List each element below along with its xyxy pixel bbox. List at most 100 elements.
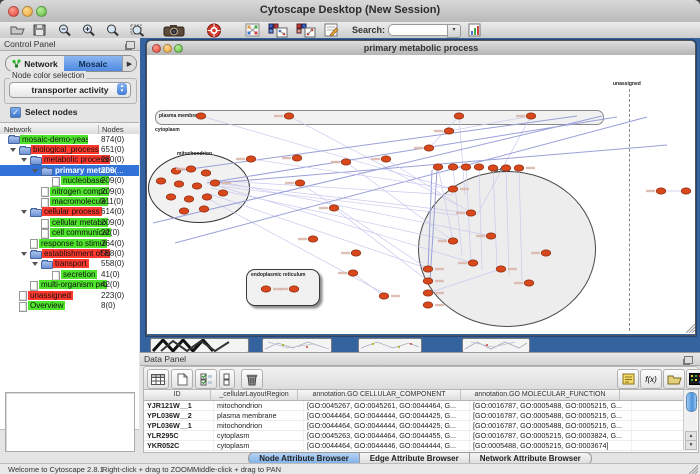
search-dropdown-arrow[interactable]: ▾ <box>447 24 461 38</box>
disclosure-triangle-icon[interactable] <box>32 262 38 266</box>
network-edge[interactable] <box>334 208 428 281</box>
formula-button[interactable]: f(x) <box>640 369 662 389</box>
tree-row[interactable]: nitrogen compo209(0) <box>0 186 139 196</box>
window-resize-grip[interactable] <box>688 465 698 474</box>
table-cell[interactable]: [GO:0044464, GO:0044444, GO:0044425, G..… <box>304 411 470 420</box>
network-edge[interactable] <box>493 168 497 269</box>
minimized-window[interactable] <box>262 338 332 353</box>
table-cell[interactable]: YJR121W__1 <box>144 401 214 410</box>
network-node[interactable] <box>514 165 524 171</box>
table-row[interactable]: YPL036W__2plasma membrane[GO:0044464, GO… <box>144 411 698 421</box>
scroll-down-icon[interactable]: ▼ <box>685 440 697 450</box>
network-edge[interactable] <box>519 168 522 280</box>
table-cell[interactable]: [GO:0016787, GO:0005488, GO:0005215, G..… <box>470 411 632 420</box>
network-node[interactable] <box>246 156 256 162</box>
column-header[interactable]: annotation.GO CELLULAR_COMPONENT <box>298 390 461 400</box>
network-node[interactable] <box>381 156 391 162</box>
network-node[interactable] <box>474 164 484 170</box>
network-node[interactable] <box>156 178 166 184</box>
table-cell[interactable]: cytoplasm <box>214 431 304 440</box>
minimized-window[interactable] <box>358 338 422 353</box>
attribute-matrix-button[interactable] <box>686 369 700 389</box>
network-edge[interactable] <box>506 168 509 275</box>
tree-column-network[interactable]: Network <box>4 125 32 134</box>
network-edge[interactable] <box>205 197 387 295</box>
network-node[interactable] <box>295 180 305 186</box>
advanced-search-button[interactable] <box>466 23 484 37</box>
table-cell[interactable]: YPL036W__1 <box>144 421 214 430</box>
network-node[interactable] <box>541 250 551 256</box>
network-node[interactable] <box>179 208 189 214</box>
table-row[interactable]: YLR295Ccytoplasm[GO:0045263, GO:0044464,… <box>144 431 698 441</box>
tree-row[interactable]: multi-organism pro42(0) <box>0 280 139 290</box>
network-node[interactable] <box>488 165 498 171</box>
network-node[interactable] <box>466 210 476 216</box>
float-panel-icon[interactable] <box>126 41 135 49</box>
network-graph[interactable] <box>147 55 695 334</box>
network-edge[interactable] <box>353 273 384 296</box>
tree-row[interactable]: cell communicat22(0) <box>0 228 139 238</box>
tab-network[interactable]: Network <box>6 56 64 71</box>
network-node[interactable] <box>526 113 536 119</box>
attribute-table[interactable]: ID_cellularLayoutRegionannotation.GO CEL… <box>143 389 699 453</box>
network-node[interactable] <box>423 278 433 284</box>
tree-row[interactable]: establishment of lo558(0) <box>0 248 139 258</box>
network-node[interactable] <box>681 188 691 194</box>
import-attributes-button[interactable] <box>663 369 685 389</box>
table-cell[interactable]: mitochondrion <box>214 401 304 410</box>
dropdown-stepper-icon[interactable]: ▲▼ <box>117 83 127 95</box>
scrollbar-thumb[interactable] <box>686 392 697 412</box>
network-node[interactable] <box>351 250 361 256</box>
table-cell[interactable]: [GO:0045263, GO:0044464, GO:0044455, G..… <box>304 431 470 440</box>
minimized-window[interactable] <box>150 338 249 353</box>
delete-attribute-button[interactable] <box>241 369 263 389</box>
select-nodes-checkbox[interactable]: ✓ <box>10 107 21 118</box>
network-node[interactable] <box>202 194 212 200</box>
network-node[interactable] <box>379 293 389 299</box>
search-input[interactable] <box>388 24 448 36</box>
disclosure-triangle-icon[interactable] <box>10 148 16 152</box>
network-node[interactable] <box>423 302 433 308</box>
network-edge[interactable] <box>459 116 465 195</box>
save-button[interactable] <box>30 23 48 37</box>
zoom-fit-button[interactable] <box>104 23 122 37</box>
tree-column-nodes[interactable]: Nodes <box>98 125 124 134</box>
column-header[interactable]: ID <box>144 390 211 400</box>
table-scrollbar[interactable]: ▲ ▼ <box>683 390 697 450</box>
network-window-titlebar[interactable]: primary metabolic process <box>147 41 695 56</box>
network-node[interactable] <box>308 236 318 242</box>
table-cell[interactable]: [GO:0005488, GO:0005215, GO:0003674] <box>470 441 632 450</box>
table-cell[interactable]: plasma membrane <box>214 411 304 420</box>
network-node[interactable] <box>454 113 464 119</box>
zoom-selected-button[interactable] <box>128 23 146 37</box>
zoom-out-button[interactable] <box>56 23 74 37</box>
tree-row[interactable]: cellular process614(0) <box>0 207 139 217</box>
table-cell[interactable]: [GO:0045267, GO:0045261, GO:0044464, G..… <box>304 401 470 410</box>
network-node[interactable] <box>292 155 302 161</box>
tree-row[interactable]: macromolecule311(0) <box>0 196 139 206</box>
network-node[interactable] <box>196 113 206 119</box>
table-row[interactable]: YJR121W__1mitochondrion[GO:0045267, GO:0… <box>144 401 698 411</box>
tree-row[interactable]: transport558(0) <box>0 259 139 269</box>
open-button[interactable] <box>8 23 26 37</box>
table-row[interactable]: YKR052Ccytoplasm[GO:0044464, GO:0044446,… <box>144 441 698 451</box>
table-cell[interactable]: [GO:0044464, GO:0044446, GO:0044444, G..… <box>304 441 470 450</box>
network-edge[interactable] <box>207 180 453 195</box>
network-node[interactable] <box>496 266 506 272</box>
table-cell[interactable]: YLR295C <box>144 431 214 440</box>
network-node[interactable] <box>423 266 433 272</box>
table-cell[interactable]: mitochondrion <box>214 421 304 430</box>
network-node[interactable] <box>501 165 511 171</box>
network-edge[interactable] <box>479 167 482 270</box>
tree-row[interactable]: unassigned223(0) <box>0 290 139 300</box>
attribute-table-button[interactable] <box>147 369 169 389</box>
network-edge[interactable] <box>300 183 428 269</box>
help-button[interactable] <box>203 23 225 37</box>
network-node[interactable] <box>448 164 458 170</box>
network-node[interactable] <box>468 260 478 266</box>
network-node[interactable] <box>461 164 471 170</box>
network-view-button[interactable] <box>243 23 261 37</box>
network-node[interactable] <box>524 280 534 286</box>
minimized-window[interactable] <box>462 338 530 353</box>
birds-eye-view[interactable] <box>5 392 135 452</box>
